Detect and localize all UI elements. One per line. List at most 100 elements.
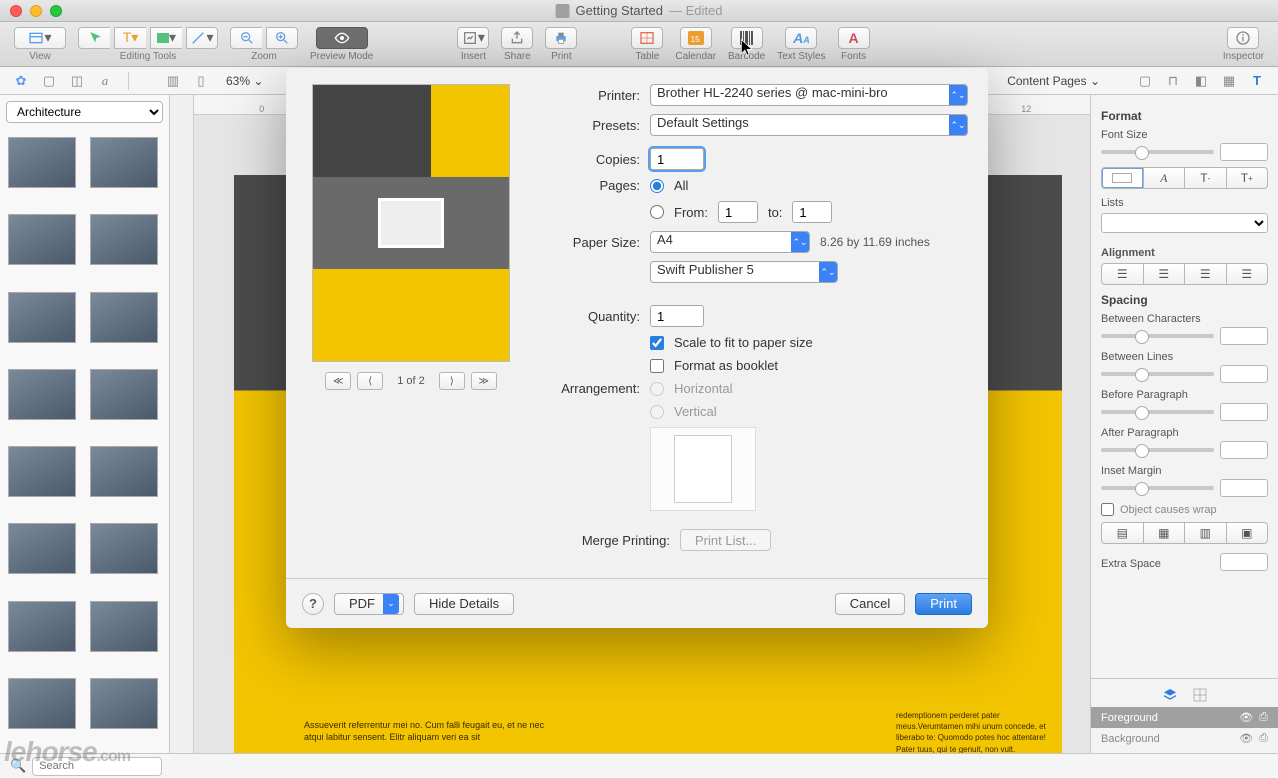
- last-page-button[interactable]: ≫: [471, 372, 497, 390]
- inspector-button[interactable]: [1227, 27, 1259, 49]
- quantity-input[interactable]: [650, 305, 704, 327]
- pdf-dropdown-button[interactable]: PDF⌄: [334, 593, 404, 615]
- print-confirm-button[interactable]: Print: [915, 593, 972, 615]
- increase-font-button[interactable]: T+: [1227, 167, 1269, 189]
- align-justify-button[interactable]: ☰: [1227, 263, 1269, 285]
- print-layer-icon[interactable]: ⎙: [1259, 732, 1268, 745]
- text-tool-button[interactable]: T▾: [114, 27, 146, 49]
- wrap-left-button[interactable]: ▤: [1101, 522, 1144, 544]
- font-size-slider[interactable]: [1101, 150, 1214, 154]
- clipart-thumb[interactable]: [90, 601, 158, 652]
- visibility-icon[interactable]: 👁: [1239, 732, 1253, 745]
- zoom-indicator[interactable]: 63% ⌄: [226, 74, 263, 88]
- single-page-icon[interactable]: ▯: [192, 72, 210, 90]
- close-window-button[interactable]: [10, 5, 22, 17]
- line-tool-button[interactable]: ▾: [186, 27, 218, 49]
- clipart-thumb[interactable]: [8, 214, 76, 265]
- zoom-in-button[interactable]: [266, 27, 298, 49]
- booklet-checkbox[interactable]: [650, 359, 664, 373]
- pages-panel-icon[interactable]: ▥: [164, 72, 182, 90]
- after-para-input[interactable]: [1220, 441, 1268, 459]
- inset-margin-slider[interactable]: [1101, 486, 1214, 490]
- view-button[interactable]: ▾: [14, 27, 66, 49]
- next-page-button[interactable]: ⟩: [439, 372, 465, 390]
- object-wrap-checkbox[interactable]: [1101, 503, 1114, 516]
- grid-tab-icon[interactable]: [1191, 687, 1209, 703]
- shape2-icon[interactable]: ◫: [68, 72, 86, 90]
- calendar-button[interactable]: 15: [680, 27, 712, 49]
- printer-select[interactable]: Brother HL-2240 series @ mac-mini-bro⌃⌄: [650, 84, 968, 106]
- clipart-thumb[interactable]: [8, 446, 76, 497]
- flower-icon[interactable]: ✿: [12, 72, 30, 90]
- align-right-button[interactable]: ☰: [1185, 263, 1227, 285]
- decrease-font-button[interactable]: T-: [1185, 167, 1227, 189]
- wrap-right-button[interactable]: ▥: [1185, 522, 1227, 544]
- clipart-thumb[interactable]: [90, 678, 158, 729]
- layer-foreground[interactable]: Foreground👁⎙: [1091, 707, 1278, 728]
- layer-background[interactable]: Background👁⎙: [1091, 728, 1278, 749]
- help-button[interactable]: ?: [302, 593, 324, 615]
- wrap-both-button[interactable]: ▦: [1144, 522, 1186, 544]
- text-styles-button[interactable]: AA: [785, 27, 817, 49]
- print-list-button[interactable]: Print List...: [680, 529, 771, 551]
- copies-input[interactable]: [650, 148, 704, 170]
- prev-page-button[interactable]: ⟨: [357, 372, 383, 390]
- line-spacing-input[interactable]: [1220, 365, 1268, 383]
- app-filter-select[interactable]: Swift Publisher 5⌃⌄: [650, 261, 838, 283]
- align-left-button[interactable]: ☰: [1101, 263, 1144, 285]
- lists-select[interactable]: [1101, 213, 1268, 233]
- before-para-slider[interactable]: [1101, 410, 1214, 414]
- cancel-button[interactable]: Cancel: [835, 593, 905, 615]
- clipart-thumb[interactable]: [90, 292, 158, 343]
- first-page-button[interactable]: ≪: [325, 372, 351, 390]
- hide-details-button[interactable]: Hide Details: [414, 593, 514, 615]
- font-size-input[interactable]: [1220, 143, 1268, 161]
- content-pages-dropdown[interactable]: Content Pages ⌄: [1007, 74, 1104, 88]
- search-input[interactable]: [32, 757, 162, 776]
- pages-from-input[interactable]: [718, 201, 758, 223]
- doc-tab-icon[interactable]: ▢: [1136, 72, 1154, 90]
- appearance-tab-icon[interactable]: ◧: [1192, 72, 1210, 90]
- clipart-thumb[interactable]: [90, 214, 158, 265]
- zoom-out-button[interactable]: [230, 27, 262, 49]
- clipart-thumb[interactable]: [90, 446, 158, 497]
- char-spacing-input[interactable]: [1220, 327, 1268, 345]
- extra-space-input[interactable]: [1220, 553, 1268, 571]
- presets-select[interactable]: Default Settings⌃⌄: [650, 114, 968, 136]
- clipart-thumb[interactable]: [8, 601, 76, 652]
- visibility-icon[interactable]: 👁: [1239, 711, 1253, 724]
- line-spacing-slider[interactable]: [1101, 372, 1214, 376]
- italic-button[interactable]: A: [1144, 167, 1186, 189]
- insert-button[interactable]: ▾: [457, 27, 489, 49]
- image-icon[interactable]: ▢: [40, 72, 58, 90]
- arrow-tool-button[interactable]: [78, 27, 110, 49]
- clipart-thumb[interactable]: [8, 292, 76, 343]
- char-spacing-slider[interactable]: [1101, 334, 1214, 338]
- fill-tab-icon[interactable]: ▦: [1220, 72, 1238, 90]
- barcode-button[interactable]: [731, 27, 763, 49]
- fonts-button[interactable]: A: [838, 27, 870, 49]
- after-para-slider[interactable]: [1101, 448, 1214, 452]
- preview-mode-button[interactable]: [316, 27, 368, 49]
- clipart-thumb[interactable]: [90, 137, 158, 188]
- print-button[interactable]: [545, 27, 577, 49]
- text2-icon[interactable]: a: [96, 72, 114, 90]
- pages-all-radio[interactable]: [650, 179, 664, 193]
- fill-color-button[interactable]: [1101, 167, 1144, 189]
- shape-tool-button[interactable]: ▾: [150, 27, 182, 49]
- zoom-window-button[interactable]: [50, 5, 62, 17]
- text-tab-icon[interactable]: T: [1248, 72, 1266, 90]
- pages-range-radio[interactable]: [650, 205, 664, 219]
- before-para-input[interactable]: [1220, 403, 1268, 421]
- pages-to-input[interactable]: [792, 201, 832, 223]
- inset-margin-input[interactable]: [1220, 479, 1268, 497]
- ruler-tab-icon[interactable]: ⊓: [1164, 72, 1182, 90]
- clipart-thumb[interactable]: [90, 523, 158, 574]
- minimize-window-button[interactable]: [30, 5, 42, 17]
- clipart-thumb[interactable]: [8, 369, 76, 420]
- table-button[interactable]: [631, 27, 663, 49]
- clipart-thumb[interactable]: [8, 137, 76, 188]
- clipart-thumb[interactable]: [8, 678, 76, 729]
- category-select[interactable]: Architecture: [6, 101, 163, 123]
- clipart-thumb[interactable]: [90, 369, 158, 420]
